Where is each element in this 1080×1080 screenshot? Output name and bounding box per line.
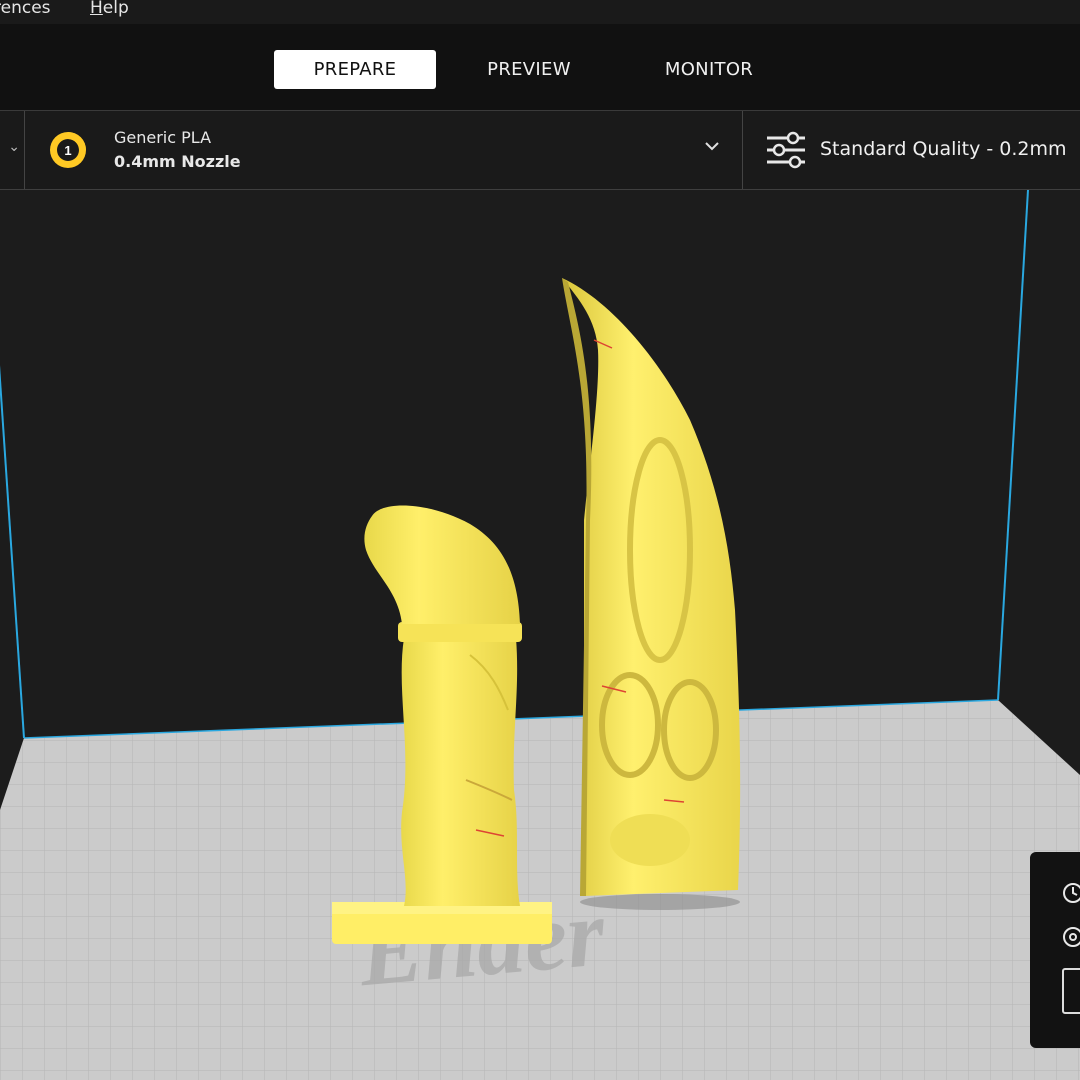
build-volume-edge bbox=[0, 364, 25, 739]
material-selector[interactable]: 1 Generic PLA 0.4mm Nozzle bbox=[25, 111, 743, 189]
menu-help-mnemonic: H bbox=[90, 0, 103, 18]
3d-viewport[interactable]: Ender bbox=[0, 190, 1080, 1080]
menu-help[interactable]: Help bbox=[90, 0, 129, 18]
extruder-number: 1 bbox=[64, 143, 71, 158]
chevron-down-icon bbox=[705, 142, 719, 151]
tab-monitor[interactable]: MONITOR bbox=[636, 50, 782, 89]
chevron-down-icon: ⌄ bbox=[8, 139, 20, 155]
model-shadow bbox=[580, 894, 740, 910]
build-volume-edge bbox=[997, 190, 1029, 701]
tab-prepare[interactable]: PREPARE bbox=[274, 50, 436, 89]
slice-button[interactable] bbox=[1062, 968, 1080, 1014]
settings-header: ⌄ 1 Generic PLA 0.4mm Nozzle Standard Qu… bbox=[0, 111, 1080, 190]
quality-profile-label: Standard Quality - 0.2mm bbox=[820, 138, 1067, 160]
printer-selector[interactable]: ⌄ bbox=[0, 111, 25, 189]
object-actions-panel bbox=[1030, 852, 1080, 1048]
stage-header: PREPARE PREVIEW MONITOR bbox=[0, 24, 1080, 111]
extruder-badge-icon: 1 bbox=[50, 132, 86, 168]
model-tall[interactable] bbox=[562, 278, 741, 896]
clock-icon bbox=[1063, 883, 1080, 903]
scene: Ender bbox=[0, 190, 1080, 1080]
print-settings-selector[interactable]: Standard Quality - 0.2mm bbox=[743, 111, 1080, 189]
spool-icon bbox=[1063, 927, 1080, 947]
material-name: Generic PLA bbox=[114, 128, 212, 147]
menu-bar: rences Help bbox=[0, 0, 1080, 24]
menu-help-rest: elp bbox=[102, 0, 129, 18]
sliders-icon bbox=[767, 131, 805, 169]
tab-preview[interactable]: PREVIEW bbox=[460, 50, 598, 89]
nozzle-size: 0.4mm Nozzle bbox=[114, 152, 241, 171]
menu-preferences[interactable]: rences bbox=[0, 0, 51, 18]
